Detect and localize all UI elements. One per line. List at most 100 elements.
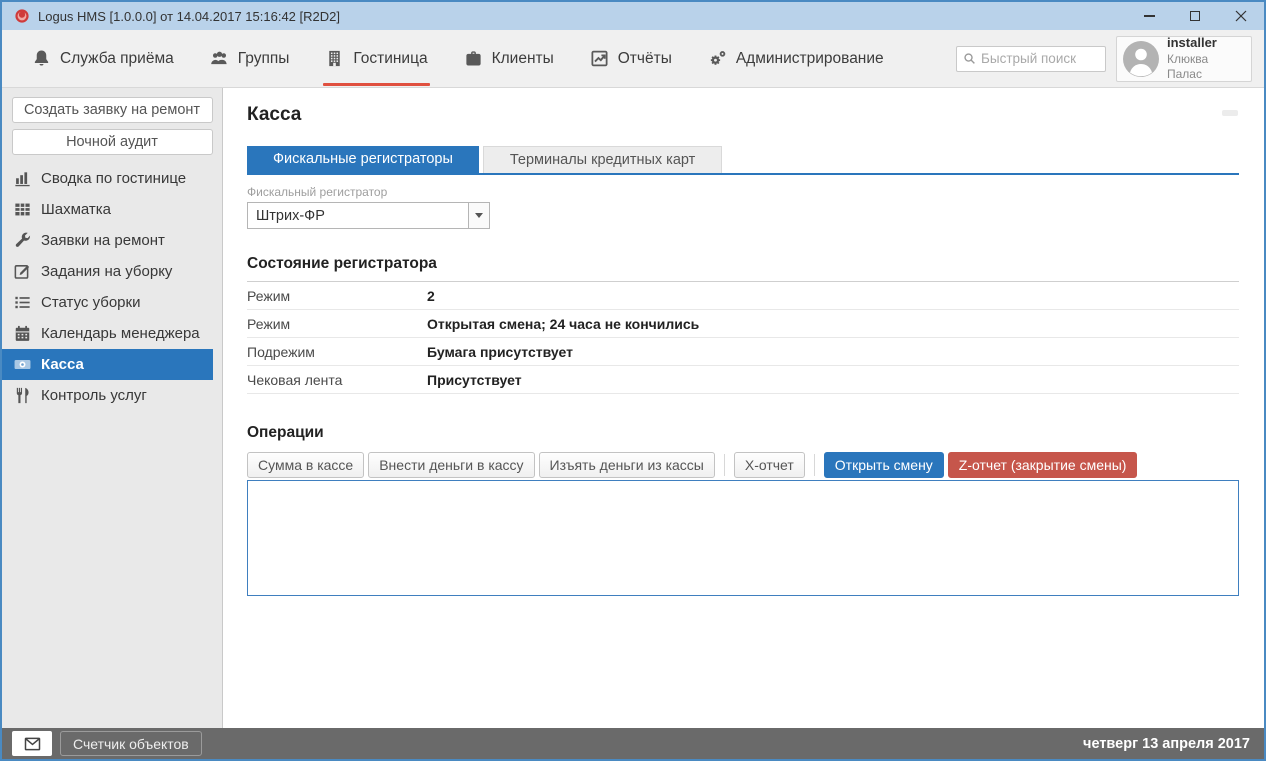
status-row: ПодрежимБумага присутствует [247, 338, 1239, 366]
cash-tabs: Фискальные регистраторы Терминалы кредит… [247, 146, 1239, 173]
status-row: Режим2 [247, 282, 1239, 310]
op-button-cash-sum[interactable]: Сумма в кассе [247, 452, 364, 478]
avatar [1123, 41, 1159, 77]
register-status-title: Состояние регистратора [247, 255, 1239, 282]
nav-item-reports[interactable]: Отчёты [590, 30, 672, 87]
chart-icon [590, 49, 609, 68]
cash-icon [13, 355, 32, 374]
collapse-panel-icon[interactable] [1222, 110, 1238, 116]
nav-item-label: Группы [238, 50, 290, 68]
register-status-section: Состояние регистратора Режим2РежимОткрыт… [247, 255, 1239, 394]
sidebar-item-repair-requests[interactable]: Заявки на ремонт [2, 225, 213, 256]
sidebar-item-manager-calendar[interactable]: Календарь менеджера [2, 318, 213, 349]
room-rack-icon [13, 200, 32, 219]
tab-fiscal-registers[interactable]: Фискальные регистраторы [247, 146, 479, 173]
sidebar-item-label: Задания на уборку [41, 263, 172, 280]
tabs-underline [247, 173, 1239, 175]
sidebar-item-label: Календарь менеджера [41, 325, 200, 342]
sidebar-item-label: Заявки на ремонт [41, 232, 165, 249]
logus-logo-icon [14, 8, 30, 24]
cleaning-status-icon [13, 293, 32, 312]
sidebar-item-cleaning-tasks[interactable]: Задания на уборку [2, 256, 213, 287]
mail-button[interactable] [12, 731, 52, 756]
operations-section: Операции Сумма в кассеВнести деньги в ка… [247, 424, 1239, 596]
sidebar-item-label: Статус уборки [41, 294, 140, 311]
nav-item-label: Служба приёма [60, 50, 174, 68]
sidebar-item-room-rack[interactable]: Шахматка [2, 194, 213, 225]
quick-search [956, 46, 1106, 72]
minimize-button[interactable] [1126, 2, 1172, 30]
status-row-value: Присутствует [427, 372, 522, 388]
nav-item-label: Администрирование [736, 50, 884, 68]
op-button-open-shift[interactable]: Открыть смену [824, 452, 944, 478]
operation-output-panel[interactable] [247, 480, 1239, 596]
window-title: Logus HMS [1.0.0.0] от 14.04.2017 15:16:… [38, 9, 340, 24]
sidebar-button-night-audit[interactable]: Ночной аудит [12, 129, 213, 155]
app-window: Logus HMS [1.0.0.0] от 14.04.2017 15:16:… [0, 0, 1266, 761]
nav-item-clients[interactable]: Клиенты [464, 30, 554, 87]
summary-icon [13, 169, 32, 188]
sidebar-item-hotel-summary[interactable]: Сводка по гостинице [2, 163, 213, 194]
status-row-label: Чековая лента [247, 372, 427, 388]
button-separator [724, 454, 725, 476]
op-button-deposit-cash[interactable]: Внести деньги в кассу [368, 452, 534, 478]
status-row-label: Подрежим [247, 344, 427, 360]
nav-item-groups[interactable]: Группы [210, 30, 290, 87]
cleaning-tasks-icon [13, 262, 32, 281]
sidebar-button-create-repair-request[interactable]: Создать заявку на ремонт [12, 97, 213, 123]
title-bar: Logus HMS [1.0.0.0] от 14.04.2017 15:16:… [2, 2, 1264, 30]
search-icon [963, 52, 976, 65]
fiscal-register-label: Фискальный регистратор [247, 185, 1239, 199]
status-row: РежимОткрытая смена; 24 часа не кончилис… [247, 310, 1239, 338]
fiscal-register-value: Штрих-ФР [248, 208, 468, 224]
sidebar-item-cash-desk[interactable]: Касса [2, 349, 213, 380]
briefcase-icon [464, 49, 483, 68]
sidebar-item-label: Сводка по гостинице [41, 170, 186, 187]
op-button-x-report[interactable]: X-отчет [734, 452, 805, 478]
status-row-label: Режим [247, 288, 427, 304]
calendar-icon [13, 324, 32, 343]
sidebar: Создать заявку на ремонт Ночной аудит Сво… [2, 88, 223, 728]
nav-item-administration[interactable]: Администрирование [708, 30, 884, 87]
nav-item-label: Гостиница [353, 50, 427, 68]
bell-icon [32, 49, 51, 68]
search-input[interactable] [981, 51, 1099, 66]
sidebar-item-label: Касса [41, 356, 84, 373]
user-hotel: Клюква Палас [1167, 52, 1245, 82]
envelope-icon [24, 737, 41, 751]
status-row-value: 2 [427, 288, 435, 304]
main-panel: Касса Фискальные регистраторы Терминалы … [223, 88, 1264, 728]
close-icon [1235, 10, 1247, 22]
op-button-withdraw-cash[interactable]: Изъять деньги из кассы [539, 452, 715, 478]
maximize-button[interactable] [1172, 2, 1218, 30]
users-icon [210, 49, 229, 68]
chevron-down-icon[interactable] [468, 203, 489, 228]
fiscal-register-select[interactable]: Штрих-ФР [247, 202, 490, 229]
nav-item-reception[interactable]: Служба приёма [32, 30, 174, 87]
gears-icon [708, 49, 727, 68]
status-row-value: Бумага присутствует [427, 344, 573, 360]
nav-item-label: Отчёты [618, 50, 672, 68]
nav-item-label: Клиенты [492, 50, 554, 68]
status-row: Чековая лентаПрисутствует [247, 366, 1239, 394]
sidebar-item-service-control[interactable]: Контроль услуг [2, 380, 213, 411]
status-row-label: Режим [247, 316, 427, 332]
services-icon [13, 386, 32, 405]
status-date: четверг 13 апреля 2017 [1083, 736, 1250, 752]
user-name: installer [1167, 35, 1245, 51]
close-button[interactable] [1218, 2, 1264, 30]
object-counter-button[interactable]: Счетчик объектов [60, 731, 202, 756]
user-panel[interactable]: installer Клюква Палас [1116, 36, 1252, 82]
building-icon [325, 49, 344, 68]
op-button-z-report[interactable]: Z-отчет (закрытие смены) [948, 452, 1138, 478]
status-bar: Счетчик объектов четверг 13 апреля 2017 [2, 728, 1264, 759]
sidebar-item-cleaning-status[interactable]: Статус уборки [2, 287, 213, 318]
top-navbar: Служба приёма Группы Гостиница Клиенты Отчёт… [2, 30, 1264, 88]
sidebar-item-label: Шахматка [41, 201, 111, 218]
operations-title: Операции [247, 424, 1239, 442]
nav-item-hotel[interactable]: Гостиница [325, 30, 427, 87]
sidebar-item-label: Контроль услуг [41, 387, 147, 404]
status-row-value: Открытая смена; 24 часа не кончились [427, 316, 699, 332]
tab-credit-card-terminals[interactable]: Терминалы кредитных карт [483, 146, 722, 173]
button-separator [814, 454, 815, 476]
